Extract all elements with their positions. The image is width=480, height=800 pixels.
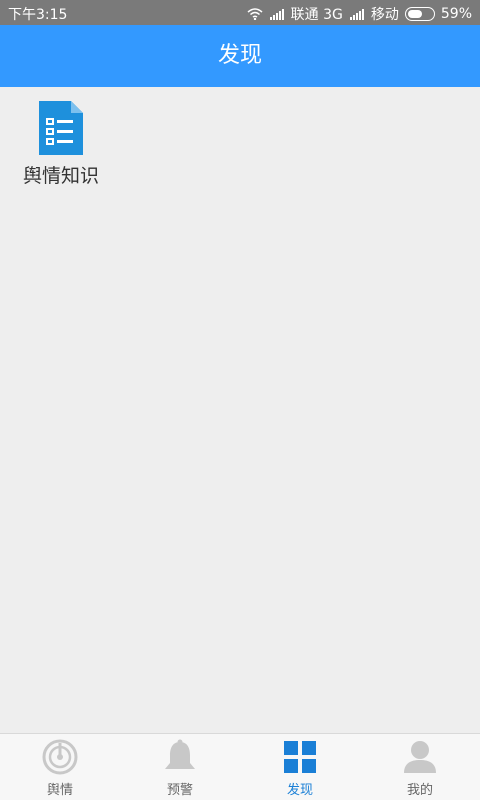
wifi-icon [247,8,263,20]
tab-label: 舆情 [46,783,73,798]
status-icons: 联通 3G 移动 59% [247,4,472,24]
radar-icon [41,739,79,775]
status-time: 下午3:15 [8,7,68,23]
carrier-2: 移动 [370,7,399,23]
tab-label: 我的 [406,783,433,798]
app-header: 发现 [0,25,480,87]
tab-label: 预警 [166,783,193,798]
tab-mine[interactable]: 我的 [360,734,480,800]
page-title: 发现 [217,43,262,68]
status-bar: 下午3:15 联通 3G 移动 59% [0,0,480,25]
grid-item-label: 舆情知识 [22,165,99,187]
battery-icon [404,7,435,21]
user-icon [401,739,439,775]
signal-icon-2 [349,9,364,20]
tab-discover[interactable]: 发现 [240,734,360,800]
tab-label: 发现 [286,783,313,798]
bell-icon [161,739,199,775]
document-list-icon [37,99,85,157]
grid-icon [281,739,319,775]
battery-percent: 59% [440,6,472,22]
carrier-1: 联通 3G [290,7,343,23]
grid-item-knowledge[interactable]: 舆情知识 [14,99,108,189]
signal-icon-1 [269,9,284,20]
discover-content: 舆情知识 [0,87,480,733]
bottom-nav: 舆情 预警 发现 我的 [0,733,480,800]
tab-public-opinion[interactable]: 舆情 [0,734,120,800]
tab-warning[interactable]: 预警 [120,734,240,800]
